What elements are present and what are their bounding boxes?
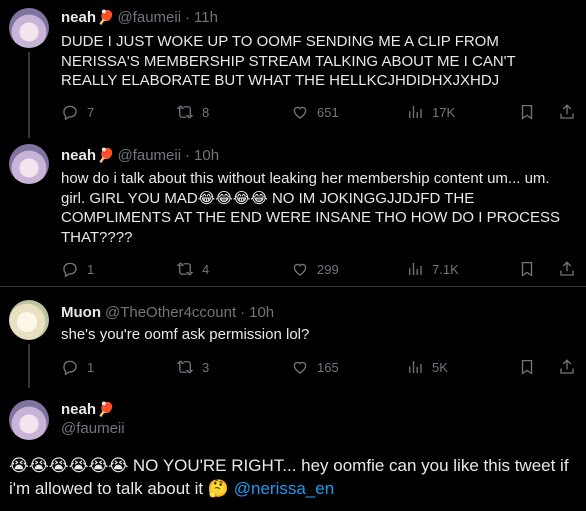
- reply-icon: [63, 105, 77, 121]
- retweet-button[interactable]: 4: [176, 260, 209, 278]
- display-name[interactable]: neah: [61, 401, 96, 418]
- share-icon: [560, 261, 574, 276]
- tweet-text: how do i talk about this without leaking…: [61, 170, 560, 246]
- retweet-count: 3: [202, 359, 210, 375]
- views-count: 7.1K: [432, 261, 459, 277]
- avatar[interactable]: [9, 144, 49, 184]
- reply-count: 1: [87, 261, 95, 277]
- display-name[interactable]: neah: [61, 147, 96, 164]
- bookmark-icon: [521, 359, 533, 375]
- timestamp[interactable]: 10h: [249, 304, 274, 321]
- divider: [0, 286, 586, 287]
- reply-button[interactable]: 7: [61, 103, 94, 121]
- retweet-button[interactable]: 8: [176, 103, 209, 121]
- bookmark-button[interactable]: [518, 103, 536, 126]
- share-icon: [560, 359, 574, 374]
- thread-line: [28, 52, 30, 138]
- views-count: 5K: [432, 359, 448, 375]
- share-button[interactable]: [558, 260, 576, 283]
- views-icon: [409, 106, 422, 118]
- separator: ·: [240, 304, 246, 321]
- like-button[interactable]: 165: [291, 358, 339, 376]
- like-button[interactable]: 651: [291, 103, 339, 121]
- handle[interactable]: @TheOther4ccount: [105, 304, 236, 321]
- ping-pong-badge-icon: 🏓: [97, 401, 115, 417]
- reply-count: 7: [87, 104, 95, 120]
- reply-icon: [63, 262, 77, 278]
- thread-line: [28, 344, 30, 388]
- main-tweet[interactable]: neah 🏓 @faumeii 😭😭😭😭😭😭 NO YOU'RE RIGHT..…: [0, 388, 586, 511]
- tweet-header: Muon @TheOther4ccount · 10h: [61, 304, 274, 321]
- action-bar: 1 4 299 7.1K: [61, 259, 576, 279]
- separator: ·: [185, 9, 191, 26]
- reply-count: 1: [87, 359, 95, 375]
- avatar[interactable]: [9, 8, 49, 48]
- views-button[interactable]: 7.1K: [406, 260, 459, 278]
- retweet-count: 8: [202, 104, 210, 120]
- tweet-1[interactable]: neah 🏓 @faumeii · 11h DUDE I JUST WOKE U…: [0, 0, 586, 138]
- action-bar: 1 3 165 5K: [61, 357, 576, 377]
- tweet-text: she's you're oomf ask permission lol?: [61, 326, 310, 343]
- tweet-text: DUDE I JUST WOKE UP TO OOMF SENDING ME A…: [61, 33, 516, 89]
- share-button[interactable]: [558, 358, 576, 381]
- display-name[interactable]: neah: [61, 9, 96, 26]
- action-bar: 7 8 651 17K: [61, 102, 576, 122]
- timestamp[interactable]: 10h: [194, 147, 219, 164]
- share-icon: [560, 104, 574, 119]
- like-icon: [293, 106, 307, 119]
- bookmark-icon: [521, 261, 533, 277]
- bookmark-icon: [521, 104, 533, 120]
- ping-pong-badge-icon: 🏓: [97, 147, 115, 163]
- like-icon: [293, 263, 307, 276]
- mention-link[interactable]: @nerissa_en: [234, 479, 334, 498]
- views-button[interactable]: 17K: [406, 103, 455, 121]
- retweet-icon: [176, 105, 194, 119]
- like-button[interactable]: 299: [291, 260, 339, 278]
- reply-icon: [63, 360, 77, 376]
- tweet-header: neah 🏓 @faumeii · 10h: [61, 147, 219, 164]
- retweet-count: 4: [202, 261, 210, 277]
- handle[interactable]: @faumeii: [117, 9, 181, 26]
- tweet-3[interactable]: Muon @TheOther4ccount · 10h she's you're…: [0, 290, 586, 388]
- retweet-button[interactable]: 3: [176, 358, 209, 376]
- retweet-icon: [176, 262, 194, 276]
- tweet-header: neah 🏓 @faumeii · 11h: [61, 9, 218, 26]
- main-tweet-author: neah 🏓 @faumeii: [61, 401, 125, 437]
- reply-button[interactable]: 1: [61, 260, 94, 278]
- timestamp[interactable]: 11h: [194, 9, 218, 26]
- ping-pong-badge-icon: 🏓: [97, 9, 115, 25]
- display-name[interactable]: Muon: [61, 304, 101, 321]
- handle[interactable]: @faumeii: [117, 147, 181, 164]
- like-count: 165: [317, 359, 339, 375]
- avatar[interactable]: [9, 300, 49, 340]
- views-icon: [409, 361, 422, 373]
- handle[interactable]: @faumeii: [61, 420, 125, 437]
- like-count: 299: [317, 261, 339, 277]
- like-icon: [293, 361, 307, 374]
- views-button[interactable]: 5K: [406, 358, 448, 376]
- reply-button[interactable]: 1: [61, 358, 94, 376]
- retweet-icon: [176, 360, 194, 374]
- separator: ·: [185, 147, 191, 164]
- avatar[interactable]: [9, 400, 49, 440]
- tweet-2[interactable]: neah 🏓 @faumeii · 10h how do i talk abou…: [0, 138, 586, 287]
- share-button[interactable]: [558, 103, 576, 126]
- views-count: 17K: [432, 104, 456, 120]
- bookmark-button[interactable]: [518, 260, 536, 283]
- like-count: 651: [317, 104, 339, 120]
- main-tweet-text: 😭😭😭😭😭😭 NO YOU'RE RIGHT... hey oomfie can…: [9, 454, 574, 500]
- bookmark-button[interactable]: [518, 358, 536, 381]
- views-icon: [409, 263, 422, 275]
